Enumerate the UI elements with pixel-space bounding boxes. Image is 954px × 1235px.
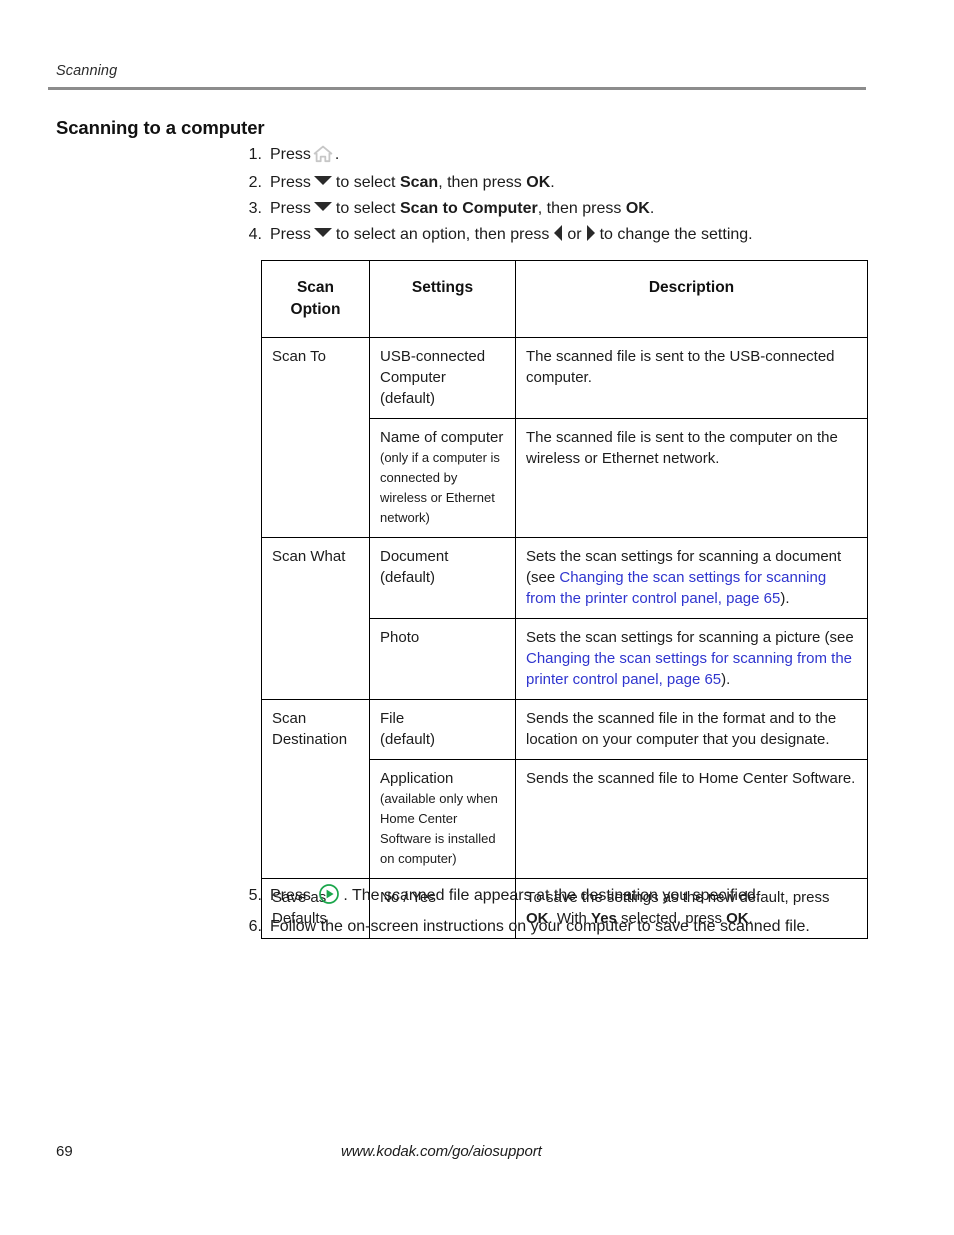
step-2-press-label: Press: [270, 174, 311, 191]
setting-line3: (default): [380, 390, 436, 407]
column-header-scan-option: Scan Option: [261, 260, 370, 338]
cell-scan-option-scan-destination: Scan Destination: [261, 699, 370, 879]
down-arrow-icon: [313, 228, 332, 237]
setting-line1: USB-connected: [380, 348, 486, 365]
step-number: 1.: [248, 146, 262, 163]
footer-page-number: 69: [56, 1143, 73, 1160]
cell-settings-document: Document (default): [369, 537, 516, 619]
step-number: 6.: [248, 918, 262, 935]
home-icon: [313, 145, 333, 172]
step-4-trailing: to change the setting.: [599, 226, 753, 243]
setting-line1: File: [380, 710, 405, 727]
list-item-step-1: 1. Press.: [238, 142, 898, 170]
cell-settings-usb-connected: USB-connected Computer (default): [369, 337, 516, 419]
step-4-press-label: Press: [270, 226, 311, 243]
cell-scan-option-scan-what: Scan What: [261, 537, 370, 700]
left-arrow-icon: [554, 225, 563, 241]
down-arrow-icon: [313, 202, 332, 211]
setting-line2: (default): [380, 569, 436, 586]
running-header: Scanning: [56, 63, 118, 79]
setting-line1: Document: [380, 548, 449, 565]
setting-line2: (default): [380, 731, 436, 748]
description-trailing: ).: [780, 590, 790, 607]
step-4-mid: to select an option, then press: [335, 226, 550, 243]
setting-line1: Application: [380, 770, 454, 787]
step-5-trailing: . The scanned file appears at the destin…: [343, 887, 761, 904]
step-2-bold-ok: OK: [526, 174, 551, 191]
cell-scan-option-scan-to: Scan To: [261, 337, 370, 538]
list-item-step-5: 5. Press . The scanned file appears at t…: [238, 883, 918, 914]
step-number: 2.: [248, 174, 262, 191]
table-header-row: Scan Option Settings Description: [261, 260, 868, 338]
cell-description-file: Sends the scanned file in the format and…: [515, 699, 868, 760]
description-trailing: ).: [721, 671, 731, 688]
step-text: Press to select an option, then press or to…: [270, 222, 898, 248]
step-1-trailing: .: [334, 146, 340, 163]
document-page: Scanning Scanning to a computer 1. Press…: [0, 0, 954, 1235]
step-text: Press . The scanned file appears at the …: [270, 883, 918, 914]
play-button-icon: [318, 883, 340, 914]
step-4-or: or: [567, 226, 582, 243]
table-row: Scan To USB-connected Computer (default)…: [261, 337, 868, 538]
list-item-step-6: 6. Follow the on-screen instructions on …: [238, 914, 918, 940]
step-3-press-label: Press: [270, 200, 311, 217]
cell-description-application: Sends the scanned file to Home Center So…: [515, 759, 868, 879]
step-3-mid: to select: [335, 200, 396, 217]
option-line2: Destination: [272, 731, 348, 748]
step-2-trailing: .: [550, 174, 555, 191]
list-item-step-3: 3. Press to select Scan to Computer, then…: [238, 196, 898, 222]
column-header-line2: Option: [290, 301, 341, 318]
step-text: Press to select Scan, then press OK.: [270, 170, 898, 196]
steps-list-bottom: 5. Press . The scanned file appears at t…: [238, 883, 918, 940]
column-header-description: Description: [515, 260, 868, 338]
step-text: Press to select Scan to Computer, then pr…: [270, 196, 898, 222]
cell-settings-file: File (default): [369, 699, 516, 760]
setting-note: (only if a computer is connected by wire…: [380, 450, 500, 525]
setting-line2: Computer: [380, 369, 446, 386]
step-3-mid2: , then press: [537, 200, 622, 217]
step-number: 4.: [248, 226, 262, 243]
description-text: Sets the scan settings for scanning a pi…: [526, 629, 854, 646]
step-1-press-label: Press: [270, 146, 311, 163]
setting-line1: Name of computer: [380, 429, 504, 446]
cell-description-document: Sets the scan settings for scanning a do…: [515, 537, 868, 619]
setting-note: (available only when Home Center Softwar…: [380, 791, 498, 866]
down-arrow-icon: [313, 176, 332, 185]
scan-options-table: Scan Option Settings Description Scan To…: [261, 260, 868, 939]
list-item-step-2: 2. Press to select Scan, then press OK.: [238, 170, 898, 196]
right-arrow-icon: [586, 225, 595, 241]
cross-reference-link[interactable]: Changing the scan settings for scanning …: [526, 650, 852, 688]
column-header-line1: Scan: [296, 279, 335, 296]
table-row: Scan Destination File (default) Sends th…: [261, 699, 868, 879]
step-text: Follow the on-screen instructions on you…: [270, 918, 810, 935]
table-row: Scan What Document (default) Sets the sc…: [261, 537, 868, 700]
step-3-bold-scan-to-computer: Scan to Computer: [399, 200, 538, 217]
cell-description-name-of-computer: The scanned file is sent to the computer…: [515, 418, 868, 538]
step-number: 5.: [248, 887, 262, 904]
step-2-mid2: , then press: [438, 174, 522, 191]
page-title: Scanning to a computer: [56, 117, 265, 138]
setting-line1: Photo: [380, 629, 420, 646]
step-3-bold-ok: OK: [625, 200, 650, 217]
cell-description-photo: Sets the scan settings for scanning a pi…: [515, 618, 868, 700]
step-2-bold-scan: Scan: [399, 174, 439, 191]
cell-settings-name-of-computer: Name of computer (only if a computer is …: [369, 418, 516, 538]
option-line1: Scan: [272, 710, 307, 727]
header-rule: [48, 87, 866, 90]
footer-url: www.kodak.com/go/aiosupport: [341, 1143, 542, 1160]
step-number: 3.: [248, 200, 262, 217]
step-2-mid: to select: [335, 174, 396, 191]
cell-settings-application: Application (available only when Home Ce…: [369, 759, 516, 879]
step-text: Press.: [270, 142, 898, 170]
step-5-press-label: Press: [270, 887, 311, 904]
list-item-step-4: 4. Press to select an option, then press o…: [238, 222, 898, 248]
cell-description-usb-connected: The scanned file is sent to the USB-conn…: [515, 337, 868, 419]
step-3-trailing: .: [649, 200, 655, 217]
steps-list-top: 1. Press. 2. Press to select Scan, then p…: [238, 142, 898, 248]
cell-settings-photo: Photo: [369, 618, 516, 700]
column-header-settings: Settings: [369, 260, 516, 338]
